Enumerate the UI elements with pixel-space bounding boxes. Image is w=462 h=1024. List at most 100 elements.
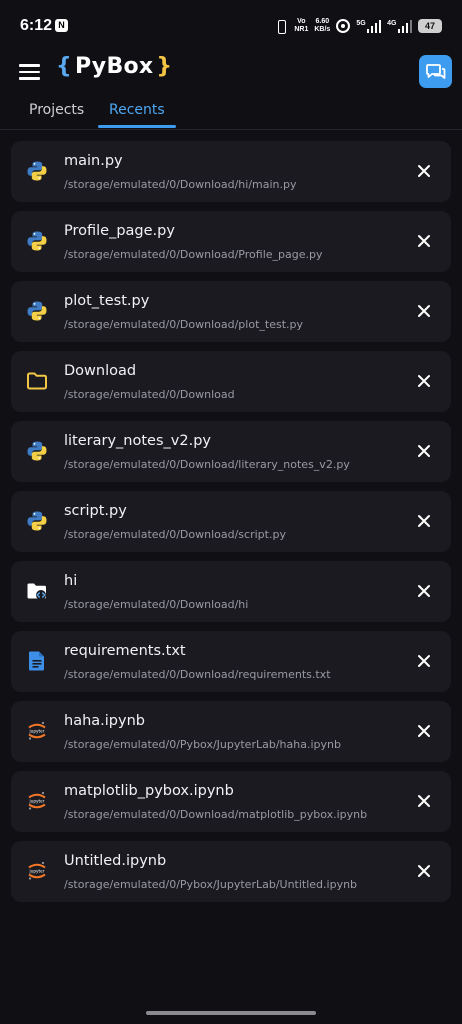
- close-icon: [418, 305, 430, 317]
- title-brace-close: }: [156, 54, 173, 79]
- remove-recent-button[interactable]: [414, 651, 434, 671]
- recent-item[interactable]: literary_notes_v2.py/storage/emulated/0/…: [11, 421, 451, 482]
- recent-item-path: /storage/emulated/0/Download/plot_test.p…: [64, 318, 304, 331]
- recent-item-path: /storage/emulated/0/Pybox/JupyterLab/Unt…: [64, 878, 358, 891]
- recent-item-path: /storage/emulated/0/Download/literary_no…: [64, 458, 350, 471]
- svg-text:jupyter: jupyter: [29, 799, 45, 804]
- home-indicator[interactable]: [146, 1011, 316, 1015]
- recent-item-name: Untitled.ipynb: [64, 853, 167, 869]
- tab-projects[interactable]: Projects: [29, 102, 84, 118]
- recent-item-name: matplotlib_pybox.ipynb: [64, 783, 234, 799]
- remove-recent-button[interactable]: [414, 161, 434, 181]
- remove-recent-button[interactable]: [414, 581, 434, 601]
- close-icon: [418, 375, 430, 387]
- recent-item-name: script.py: [64, 503, 127, 519]
- volte-sub-label: NR1: [294, 26, 309, 33]
- network-speed: 6.60 KB/s: [314, 18, 330, 34]
- recent-item[interactable]: jupyter matplotlib_pybox.ipynb/storage/em…: [11, 771, 451, 832]
- python-icon: [26, 440, 48, 462]
- hotspot-icon: [336, 19, 351, 33]
- signal-icon: [397, 19, 412, 33]
- recent-item[interactable]: jupyter Untitled.ipynb/storage/emulated/0…: [11, 841, 451, 902]
- remove-recent-button[interactable]: [414, 511, 434, 531]
- svg-text:jupyter: jupyter: [29, 729, 45, 734]
- jupyter-icon: jupyter: [26, 860, 48, 882]
- recents-list: main.py/storage/emulated/0/Download/hi/m…: [11, 141, 451, 911]
- recent-item-path: /storage/emulated/0/Download/hi: [64, 598, 249, 611]
- status-bar: 6:12 N Vo NR1 6.60 KB/s 5G 4G 47: [0, 0, 462, 56]
- volte-indicator: Vo NR1: [294, 18, 308, 34]
- vibrate-icon: [274, 19, 288, 34]
- network-4g-label: 4G: [387, 19, 397, 27]
- recent-item-path: /storage/emulated/0/Download/Profile_pag…: [64, 248, 323, 261]
- recent-item-path: /storage/emulated/0/Download/requirement…: [64, 668, 331, 681]
- recent-item-name: Download: [64, 363, 137, 379]
- close-icon: [418, 165, 430, 177]
- python-icon: [26, 160, 48, 182]
- remove-recent-button[interactable]: [414, 371, 434, 391]
- signal-5g: 5G: [356, 19, 382, 33]
- close-icon: [418, 585, 430, 597]
- recent-item-name: main.py: [64, 153, 123, 169]
- close-icon: [418, 725, 430, 737]
- chat-button[interactable]: [419, 55, 452, 88]
- title-text: PyBox: [74, 54, 154, 79]
- tab-bar: Projects Recents: [0, 98, 462, 130]
- title-brace-open: {: [56, 54, 72, 79]
- python-icon: [26, 230, 48, 252]
- signal-4g: 4G: [387, 19, 412, 33]
- battery-icon: 47: [418, 19, 442, 33]
- folder-outline-icon: [26, 370, 48, 392]
- recent-item-name: plot_test.py: [64, 293, 150, 309]
- selected-tab-indicator: [98, 125, 176, 128]
- app-bar: {PyBox}: [0, 50, 462, 92]
- recent-item[interactable]: script.py/storage/emulated/0/Download/sc…: [11, 491, 451, 552]
- recent-item[interactable]: main.py/storage/emulated/0/Download/hi/m…: [11, 141, 451, 202]
- notification-icon: N: [55, 19, 68, 32]
- recent-item[interactable]: requirements.txt/storage/emulated/0/Down…: [11, 631, 451, 692]
- python-icon: [26, 510, 48, 532]
- recent-item[interactable]: jupyter haha.ipynb/storage/emulated/0/Pyb…: [11, 701, 451, 762]
- close-icon: [418, 235, 430, 247]
- recent-item[interactable]: Profile_page.py/storage/emulated/0/Downl…: [11, 211, 451, 272]
- code-folder-icon: [26, 580, 48, 602]
- remove-recent-button[interactable]: [414, 791, 434, 811]
- network-speed-unit: KB/s: [314, 26, 331, 33]
- status-indicators: Vo NR1 6.60 KB/s 5G 4G 47: [274, 16, 442, 36]
- recent-item[interactable]: Download/storage/emulated/0/Download: [11, 351, 451, 412]
- remove-recent-button[interactable]: [414, 861, 434, 881]
- remove-recent-button[interactable]: [414, 721, 434, 741]
- recent-item-name: Profile_page.py: [64, 223, 175, 239]
- close-icon: [418, 865, 430, 877]
- jupyter-icon: jupyter: [26, 720, 48, 742]
- signal-icon: [366, 19, 382, 33]
- svg-text:jupyter: jupyter: [29, 869, 45, 874]
- tab-recents[interactable]: Recents: [109, 102, 165, 118]
- recent-item-name: requirements.txt: [64, 643, 186, 659]
- hamburger-menu-icon[interactable]: [19, 64, 40, 80]
- close-icon: [418, 795, 430, 807]
- recent-item-path: /storage/emulated/0/Download/hi/main.py: [64, 178, 297, 191]
- recent-item[interactable]: plot_test.py/storage/emulated/0/Download…: [11, 281, 451, 342]
- network-5g-label: 5G: [356, 19, 366, 27]
- close-icon: [418, 445, 430, 457]
- remove-recent-button[interactable]: [414, 441, 434, 461]
- recent-item-path: /storage/emulated/0/Pybox/JupyterLab/hah…: [64, 738, 341, 751]
- recent-item-name: literary_notes_v2.py: [64, 433, 211, 449]
- app-title: {PyBox}: [56, 54, 172, 79]
- recent-item-path: /storage/emulated/0/Download: [64, 388, 235, 401]
- network-speed-value: 6.60: [315, 18, 330, 25]
- volte-label: Vo: [297, 18, 306, 25]
- text-document-icon: [26, 650, 48, 672]
- recent-item-path: /storage/emulated/0/Download/matplotlib_…: [64, 808, 368, 821]
- recent-item[interactable]: hi/storage/emulated/0/Download/hi: [11, 561, 451, 622]
- status-time: 6:12: [20, 17, 53, 34]
- recent-item-name: hi: [64, 573, 78, 589]
- python-icon: [26, 300, 48, 322]
- remove-recent-button[interactable]: [414, 301, 434, 321]
- remove-recent-button[interactable]: [414, 231, 434, 251]
- recent-item-path: /storage/emulated/0/Download/script.py: [64, 528, 286, 541]
- close-icon: [418, 655, 430, 667]
- jupyter-icon: jupyter: [26, 790, 48, 812]
- close-icon: [418, 515, 430, 527]
